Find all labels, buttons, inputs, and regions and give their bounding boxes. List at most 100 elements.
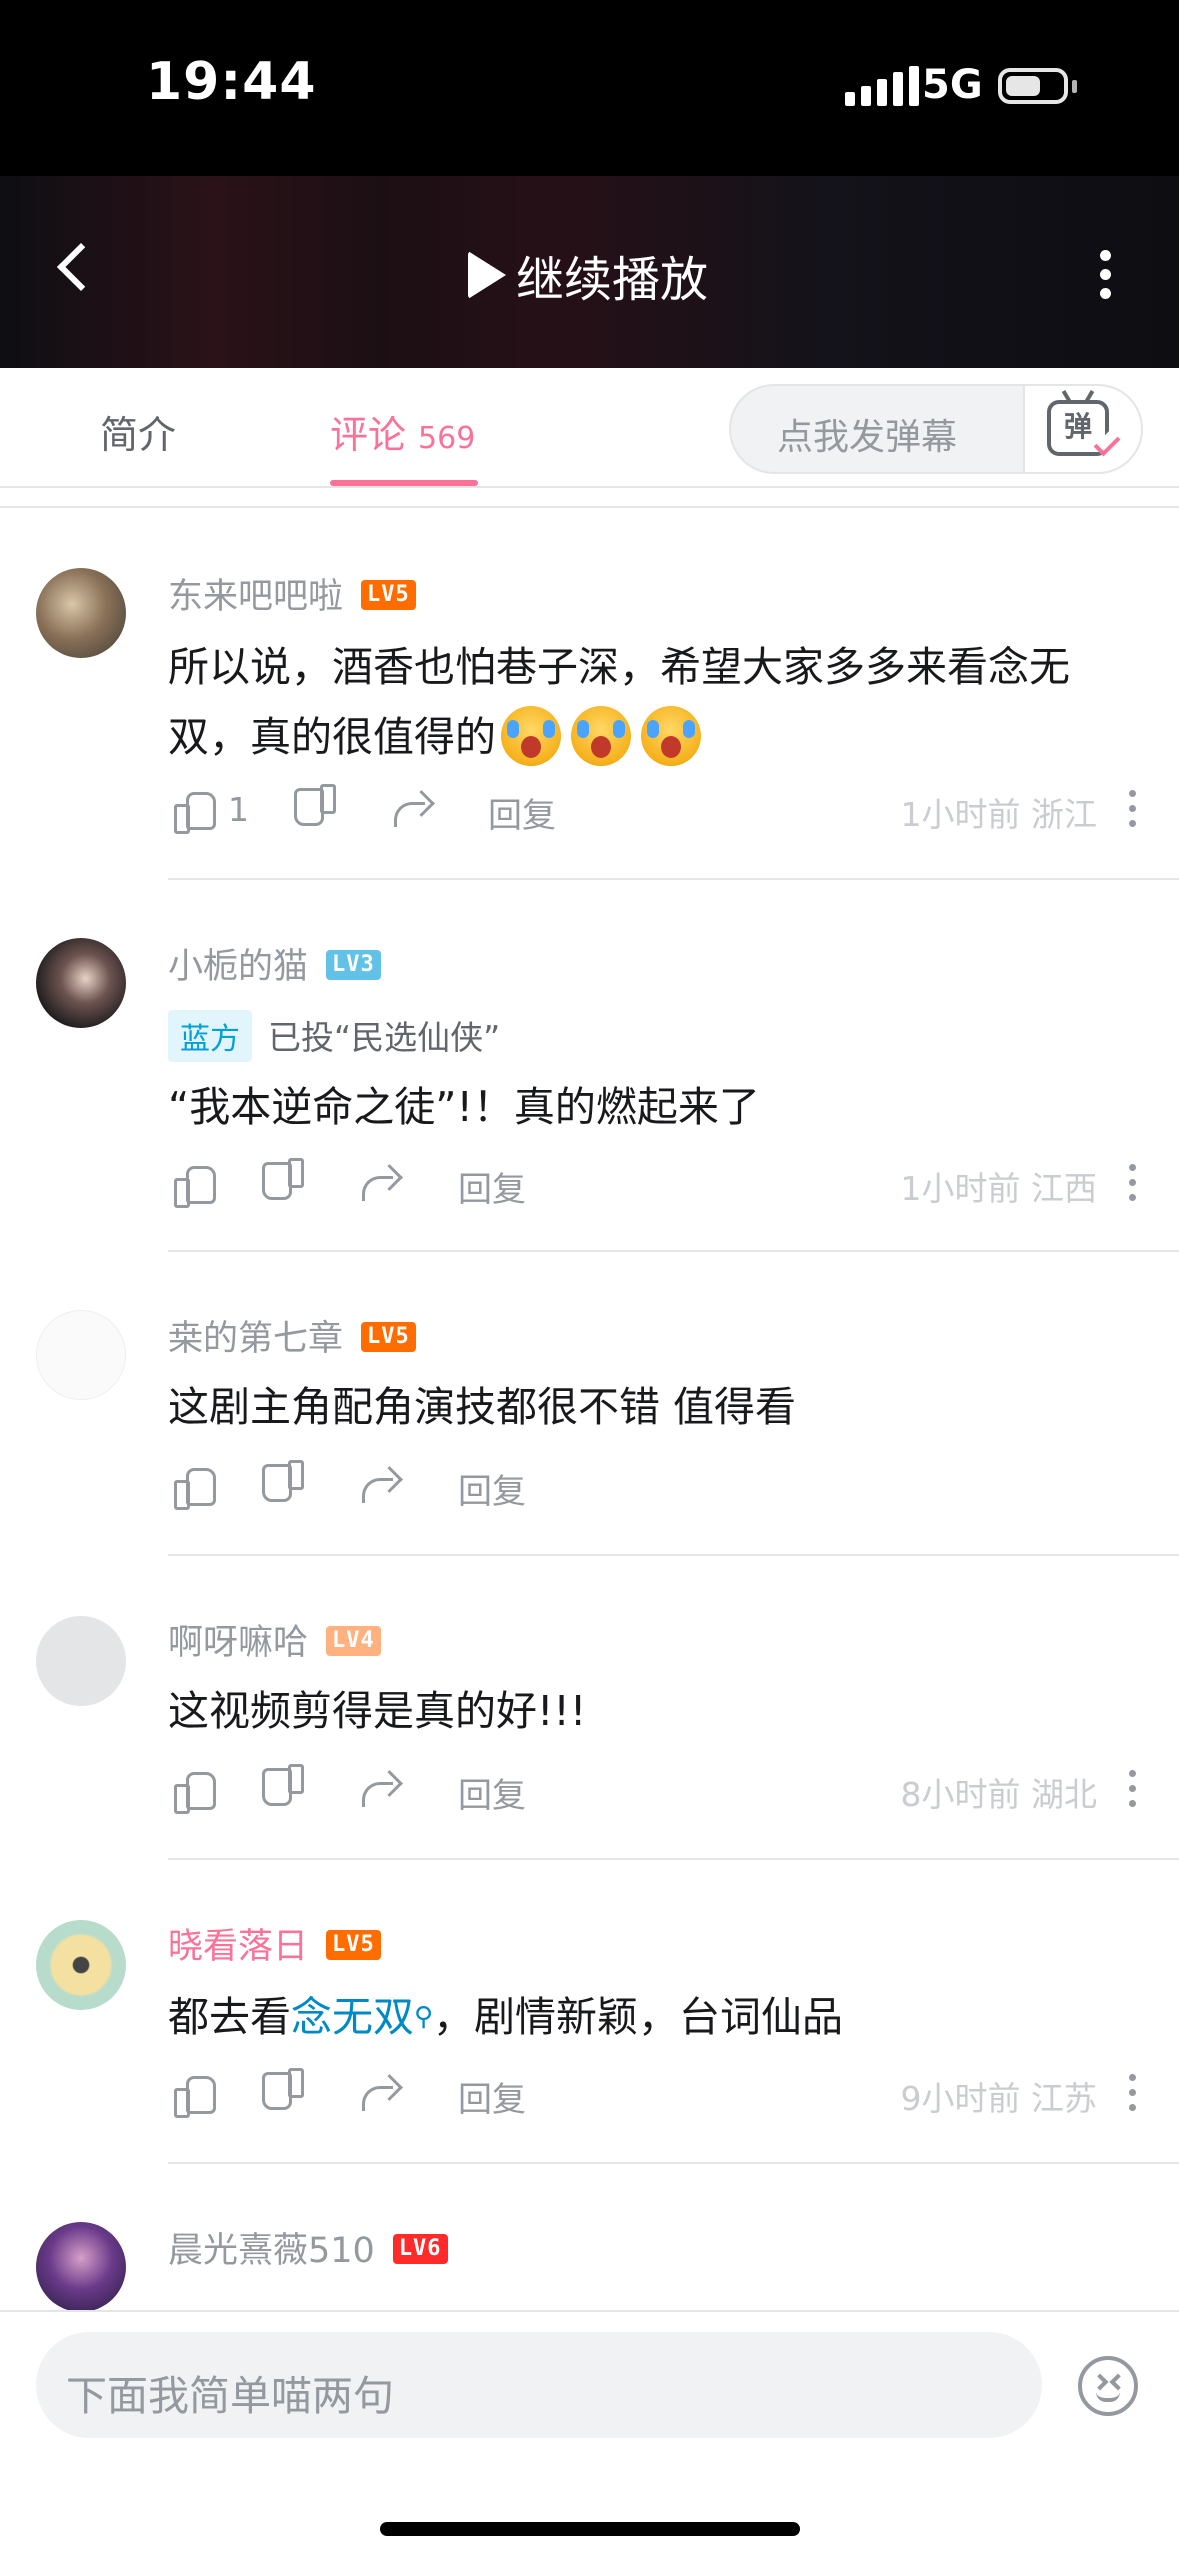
- battery-tip: [1072, 80, 1077, 93]
- divider: [168, 2162, 1179, 2164]
- username[interactable]: 啊呀嘛哈 LV4: [168, 1614, 381, 1665]
- comment-meta: 9小时前 江苏: [900, 2079, 1098, 2118]
- reply-button[interactable]: 回复: [458, 1768, 526, 1817]
- reply-button[interactable]: 回复: [458, 2072, 526, 2121]
- more-options-icon[interactable]: [1129, 1770, 1137, 1810]
- thumbs-up-icon: [172, 1768, 216, 1814]
- dislike-button[interactable]: [264, 1768, 306, 1810]
- network-type: 5G: [922, 62, 983, 108]
- like-button[interactable]: [172, 1464, 216, 1510]
- tab-comments-label: 评论: [330, 413, 407, 457]
- comment-text: 所以说，酒香也怕巷子深，希望大家多多来看念无双，真的很值得的: [168, 632, 1139, 772]
- share-button[interactable]: [360, 1162, 402, 1204]
- username[interactable]: 桒的第七章 LV5: [168, 1310, 416, 1361]
- thumbs-up-icon: [172, 2072, 216, 2118]
- username[interactable]: 晨光熹薇510 LV6: [168, 2222, 448, 2273]
- resume-play-button[interactable]: 继续播放: [468, 240, 708, 310]
- dislike-button[interactable]: [264, 2072, 306, 2114]
- dislike-button[interactable]: [264, 1464, 306, 1506]
- battery-icon: [998, 68, 1068, 104]
- like-button[interactable]: 1: [172, 788, 249, 834]
- status-bar: 19:44 5G: [0, 0, 1179, 176]
- thumbs-up-icon: [172, 788, 216, 834]
- reply-button[interactable]: 回复: [458, 1162, 526, 1211]
- avatar[interactable]: [36, 1310, 126, 1400]
- thumbs-down-icon: [264, 1768, 306, 1810]
- vote-text: 已投“民选仙侠”: [268, 1018, 501, 1057]
- tab-bar: 简介 评论 569 点我发弹幕 弹: [0, 368, 1179, 488]
- username[interactable]: 晓看落日 LV5: [168, 1918, 381, 1969]
- reply-button[interactable]: 回复: [488, 788, 556, 837]
- comment-text: 这剧主角配角演技都很不错 值得看: [168, 1383, 797, 1431]
- tab-intro[interactable]: 简介: [100, 404, 176, 459]
- avatar[interactable]: [36, 1920, 126, 2010]
- share-button[interactable]: [360, 1768, 402, 1810]
- comment-text: 都去看念无双⚲，剧情新颖，台词仙品: [168, 1993, 844, 2041]
- avatar[interactable]: [36, 568, 126, 658]
- username[interactable]: 东来吧吧啦 LV5: [168, 568, 416, 619]
- comment-actions: 回复 9小时前 江苏: [168, 2072, 1179, 2122]
- comment-input[interactable]: 下面我简单喵两句: [36, 2332, 1042, 2438]
- more-vertical-icon[interactable]: [1100, 250, 1112, 306]
- comment-input-bar: 下面我简单喵两句: [0, 2310, 1179, 2556]
- comment-input-placeholder: 下面我简单喵两句: [66, 2372, 394, 2420]
- avatar[interactable]: [36, 1616, 126, 1706]
- video-top-bar: 继续播放: [0, 176, 1179, 368]
- cellular-signal-icon: [845, 66, 919, 106]
- resume-label: 继续播放: [516, 252, 709, 308]
- search-icon: ⚲: [414, 2002, 434, 2032]
- comment-text: 这视频剪得是真的好!!!: [168, 1687, 587, 1735]
- status-time: 19:44: [146, 52, 317, 112]
- divider: [168, 1554, 1179, 1556]
- emoji-icon[interactable]: [1078, 2356, 1138, 2416]
- thumbs-down-icon: [264, 1162, 306, 1204]
- share-button[interactable]: [360, 1464, 402, 1506]
- dislike-button[interactable]: [296, 788, 338, 830]
- avatar[interactable]: [36, 938, 126, 1028]
- back-icon[interactable]: [52, 246, 92, 286]
- avatar[interactable]: [36, 2222, 126, 2312]
- divider: [168, 1858, 1179, 1860]
- share-icon: [360, 1162, 402, 1204]
- level-badge: LV4: [326, 1626, 381, 1656]
- level-badge: LV5: [361, 1322, 416, 1352]
- danmaku-toggle-button[interactable]: 弹: [1023, 386, 1141, 472]
- home-indicator: [380, 2522, 800, 2536]
- comment-meta: 1小时前 浙江: [900, 795, 1098, 834]
- keyword-search-link[interactable]: 念无双: [291, 1993, 414, 2041]
- shocked-emoji-icon: [501, 706, 561, 766]
- active-tab-indicator: [330, 480, 478, 486]
- play-icon: [468, 251, 506, 299]
- share-icon: [392, 788, 434, 830]
- like-button[interactable]: [172, 2072, 216, 2118]
- thumbs-down-icon: [264, 2072, 306, 2114]
- level-badge: LV5: [326, 1930, 381, 1960]
- reply-button[interactable]: 回复: [458, 1464, 526, 1513]
- thumbs-up-icon: [172, 1464, 216, 1510]
- like-count: 1: [228, 789, 249, 829]
- level-badge: LV6: [392, 2234, 448, 2264]
- level-badge: LV3: [326, 950, 381, 980]
- share-icon: [360, 1768, 402, 1810]
- more-options-icon[interactable]: [1129, 790, 1137, 830]
- level-badge: LV5: [361, 580, 416, 610]
- share-button[interactable]: [392, 788, 434, 830]
- more-options-icon[interactable]: [1129, 2074, 1137, 2114]
- danmaku-input-button[interactable]: 点我发弹幕 弹: [729, 384, 1143, 474]
- thumbs-down-icon: [296, 788, 338, 830]
- comment-actions: 回复: [168, 1464, 1179, 1514]
- comment-meta: 1小时前 江西: [900, 1169, 1098, 1208]
- username[interactable]: 小栀的猫 LV3: [168, 938, 381, 989]
- like-button[interactable]: [172, 1768, 216, 1814]
- like-button[interactable]: [172, 1162, 216, 1208]
- share-button[interactable]: [360, 2072, 402, 2114]
- dislike-button[interactable]: [264, 1162, 306, 1204]
- share-icon: [360, 2072, 402, 2114]
- comment-actions: 1 回复 1小时前 浙江: [168, 788, 1179, 838]
- comment-text: “我本逆命之徒”!！真的燃起来了: [168, 1083, 760, 1131]
- more-options-icon[interactable]: [1129, 1164, 1137, 1204]
- team-badge: 蓝方: [168, 1010, 252, 1062]
- shocked-emoji-icon: [571, 706, 631, 766]
- comment-actions: 回复 1小时前 江西: [168, 1162, 1179, 1212]
- thumbs-down-icon: [264, 1464, 306, 1506]
